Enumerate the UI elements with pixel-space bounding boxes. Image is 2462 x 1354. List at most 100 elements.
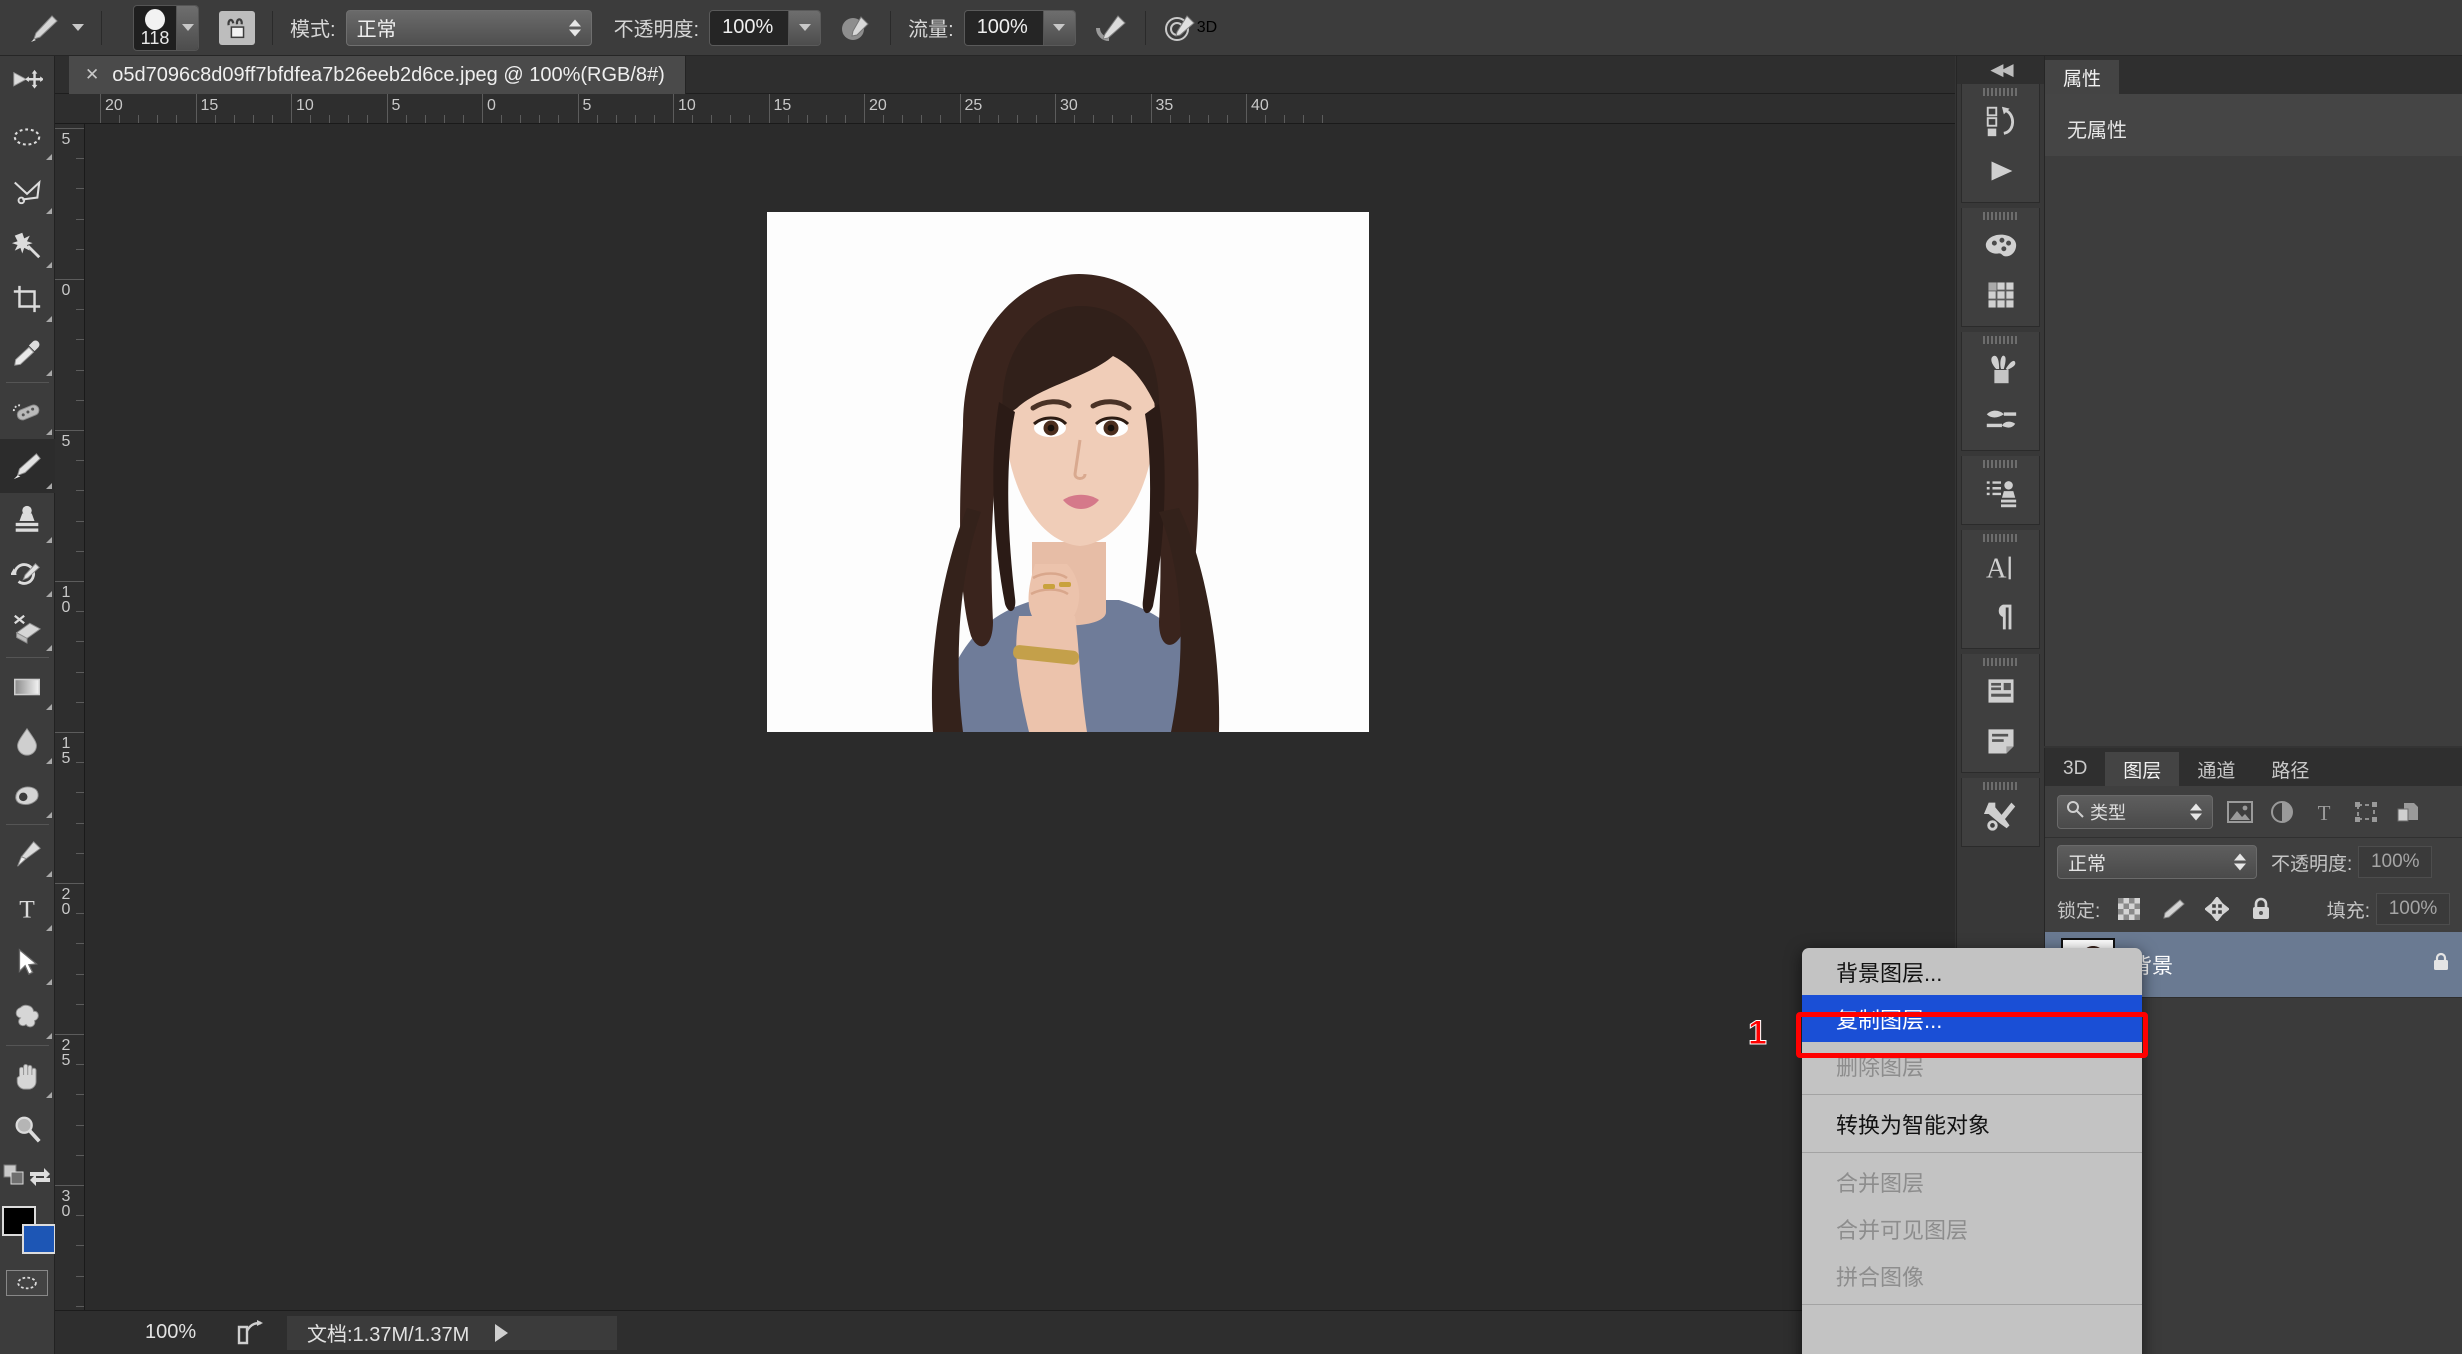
- lasso-tool[interactable]: [0, 164, 55, 218]
- palette-icon[interactable]: [1962, 220, 2039, 270]
- ruler-label: 20: [869, 97, 887, 114]
- chevron-down-icon[interactable]: [72, 24, 84, 31]
- character-A-icon[interactable]: A: [1962, 542, 2039, 592]
- horizontal-ruler[interactable]: 20 15 10 5 0 5 10 15 20 25 30 35 40: [55, 94, 1955, 124]
- flow-chevron-down-icon[interactable]: [1042, 10, 1075, 45]
- pen-tool[interactable]: [0, 827, 55, 881]
- ruler-label: 25: [964, 97, 983, 114]
- color-swatches[interactable]: [0, 1204, 56, 1266]
- canvas-image[interactable]: [767, 212, 1369, 732]
- blur-tool[interactable]: [0, 714, 55, 768]
- tab-3d-label: 3D: [2063, 758, 2088, 779]
- pressure-opacity-icon[interactable]: [839, 13, 873, 43]
- tab-channels[interactable]: 通道: [2179, 752, 2254, 786]
- opacity-value[interactable]: 100%: [710, 10, 789, 45]
- play-triangle-icon[interactable]: [1962, 146, 2039, 196]
- wrench-screwdriver-icon[interactable]: [1962, 790, 2039, 840]
- notes-icon[interactable]: [1962, 716, 2039, 766]
- menu-item-new-3d-layer-from-file[interactable]: [1802, 1310, 2142, 1354]
- swap-colors-icon[interactable]: [29, 1164, 51, 1191]
- brush-panel-icon[interactable]: [219, 10, 255, 45]
- menu-item-convert-to-smart-object[interactable]: 转换为智能对象: [1802, 1100, 2142, 1147]
- path-selection-tool[interactable]: [0, 935, 55, 989]
- panel-grip[interactable]: [1962, 456, 2039, 468]
- background-color-swatch[interactable]: [21, 1224, 56, 1254]
- elliptical-marquee-tool[interactable]: [0, 110, 55, 164]
- move-tool[interactable]: [0, 56, 55, 110]
- filter-adjustment-layers-icon[interactable]: [2267, 798, 2297, 826]
- brush-icon[interactable]: [26, 13, 60, 43]
- gradient-tool[interactable]: [0, 660, 55, 714]
- panel-grip[interactable]: [1962, 208, 2039, 220]
- flow-field[interactable]: 100%: [963, 9, 1076, 46]
- share-icon[interactable]: [235, 1319, 265, 1347]
- menu-item-background-layer[interactable]: 背景图层...: [1802, 948, 2142, 995]
- filter-pixel-layers-icon[interactable]: [2225, 798, 2255, 826]
- crop-tool[interactable]: [0, 272, 55, 326]
- brush-settings-icon[interactable]: [1962, 394, 2039, 444]
- layer-filter-kind-select[interactable]: 类型: [2057, 794, 2213, 829]
- filter-type-layers-icon[interactable]: T: [2309, 798, 2339, 826]
- lock-position-icon[interactable]: [2202, 896, 2232, 922]
- clone-source-icon[interactable]: [1962, 468, 2039, 518]
- panel-grip[interactable]: [1962, 778, 2039, 790]
- ruler-minor-tick: [76, 792, 84, 794]
- hand-tool[interactable]: [0, 1048, 55, 1102]
- type-tool[interactable]: T: [0, 881, 55, 935]
- eyedropper-tool[interactable]: [0, 326, 55, 380]
- double-chevron-left-icon[interactable]: ◀◀: [1957, 56, 2044, 84]
- brush-tool[interactable]: [0, 439, 55, 493]
- close-icon[interactable]: ✕: [85, 65, 99, 85]
- tab-3d[interactable]: 3D: [2045, 752, 2106, 786]
- layer-opacity-value[interactable]: 100%: [2358, 846, 2433, 878]
- panel-grip[interactable]: [1962, 530, 2039, 542]
- ruler-minor-tick: [176, 115, 178, 123]
- document-window[interactable]: [85, 124, 1955, 1310]
- history-icon[interactable]: [1962, 96, 2039, 146]
- panel-grip[interactable]: [1962, 84, 2039, 96]
- tab-layers[interactable]: 图层: [2105, 752, 2180, 786]
- tab-paths[interactable]: 路径: [2253, 752, 2328, 786]
- history-brush-tool[interactable]: [0, 547, 55, 601]
- filter-smart-objects-icon[interactable]: [2393, 798, 2423, 826]
- custom-shape-tool[interactable]: [0, 989, 55, 1043]
- opacity-field[interactable]: 100%: [709, 9, 822, 46]
- magic-wand-tool[interactable]: [0, 218, 55, 272]
- flow-value[interactable]: 100%: [964, 10, 1043, 45]
- eraser-tool[interactable]: [0, 601, 55, 655]
- brush-preset-chevron-down-icon[interactable]: [176, 5, 198, 50]
- ruler-tick: [55, 732, 84, 733]
- zoom-level[interactable]: 100%: [145, 1321, 235, 1344]
- opacity-chevron-down-icon[interactable]: [788, 10, 821, 45]
- ruler-minor-tick: [634, 115, 636, 123]
- layer-blend-mode-select[interactable]: 正常: [2057, 845, 2257, 879]
- paragraph-pilcrow-icon[interactable]: [1962, 592, 2039, 642]
- healing-brush-tool[interactable]: [0, 385, 55, 439]
- document-tab[interactable]: ✕ o5d7096c8d09ff7bfdfea7b26eeb2d6ce.jpeg…: [69, 56, 686, 94]
- menu-item-duplicate-layer[interactable]: 复制图层...: [1802, 995, 2142, 1042]
- panel-grip[interactable]: [1962, 332, 2039, 344]
- tab-properties[interactable]: 属性: [2045, 60, 2120, 94]
- airbrush-icon[interactable]: [1094, 13, 1128, 43]
- lock-transparent-pixels-icon[interactable]: [2114, 896, 2144, 922]
- fill-value[interactable]: 100%: [2376, 893, 2450, 925]
- lock-image-pixels-icon[interactable]: [2158, 896, 2188, 922]
- lock-all-icon[interactable]: [2246, 896, 2276, 922]
- layer-locked-icon: [2432, 952, 2450, 977]
- workspace-3d-button[interactable]: 3D: [1197, 19, 1217, 37]
- swatches-grid-icon[interactable]: [1962, 270, 2039, 320]
- layer-comps-icon[interactable]: [1962, 666, 2039, 716]
- pressure-size-icon[interactable]: [1163, 13, 1197, 43]
- vertical-ruler[interactable]: 5 0 5 10 15 20 25 30: [55, 124, 85, 1310]
- play-arrow-icon[interactable]: [495, 1323, 509, 1342]
- default-colors-icon[interactable]: [3, 1164, 25, 1191]
- dodge-tool[interactable]: [0, 768, 55, 822]
- brush-jar-icon[interactable]: [1962, 344, 2039, 394]
- blend-mode-select[interactable]: 正常: [345, 9, 592, 46]
- clone-stamp-tool[interactable]: [0, 493, 55, 547]
- filter-shape-layers-icon[interactable]: [2351, 798, 2381, 826]
- zoom-tool[interactable]: [0, 1102, 55, 1156]
- brush-preset-picker[interactable]: 118: [133, 4, 199, 51]
- quick-mask-icon[interactable]: [6, 1270, 48, 1296]
- panel-grip[interactable]: [1962, 654, 2039, 666]
